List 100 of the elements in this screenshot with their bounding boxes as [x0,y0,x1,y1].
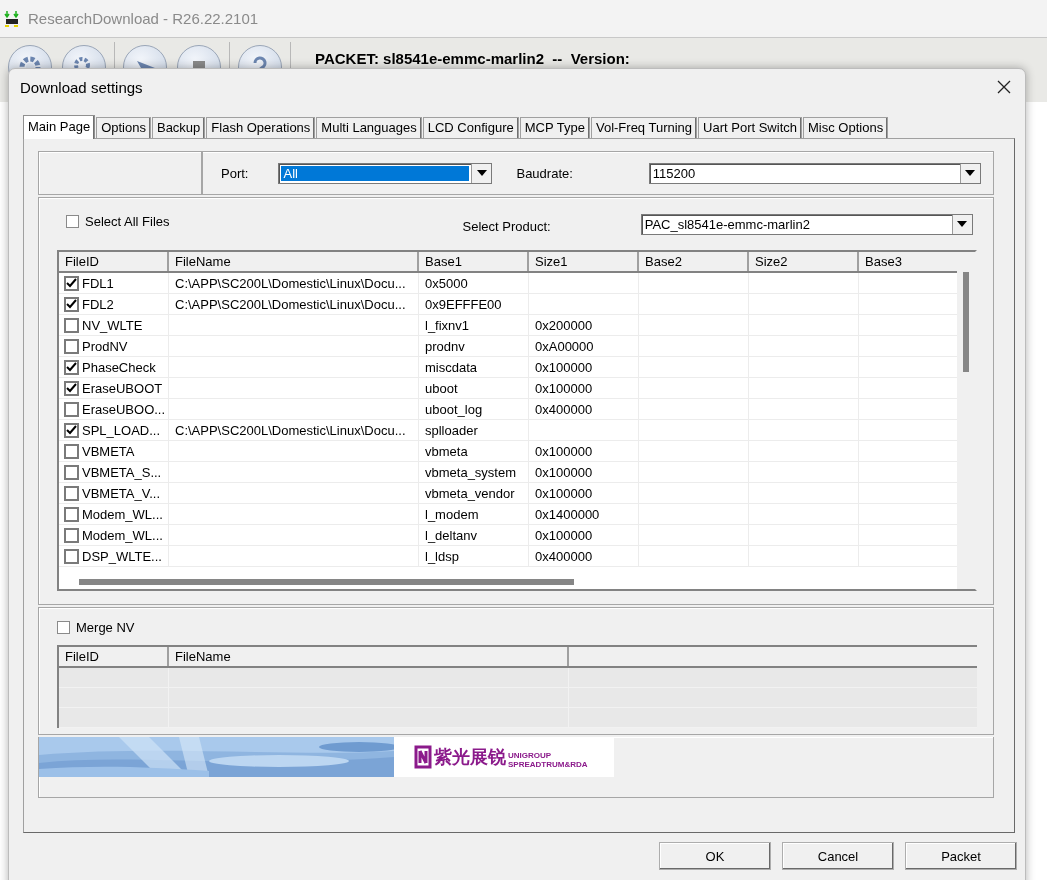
table-cell: DSP_WLTE... [82,548,162,564]
tab[interactable]: Multi Languages [316,117,422,138]
table-cell: PhaseCheck [82,359,156,375]
table-cell: l_deltanv [425,527,478,543]
tab[interactable]: Misc Options [803,117,889,138]
app-icon [4,9,22,28]
checkbox[interactable] [64,275,79,291]
dialog-button[interactable]: Cancel [782,842,894,870]
table-cell: 0x1400000 [535,506,600,522]
dropdown-arrow-icon[interactable] [476,170,487,176]
table-cell: 0x5000 [425,275,468,291]
close-icon[interactable] [997,80,1011,94]
checkbox[interactable] [64,464,79,480]
table-cell: vbmeta [425,443,468,459]
table-cell: 0xA00000 [535,338,594,354]
table-cell: C:\APP\SC200L\Domestic\Linux\Docu... [175,275,406,291]
checkbox[interactable] [57,621,70,634]
checkbox[interactable] [64,422,79,438]
table-cell: 0x100000 [535,380,593,396]
dropdown-arrow-icon[interactable] [965,170,976,176]
product-dropdown[interactable]: PAC_sl8541e-emmc-marlin2 [640,213,973,235]
checkbox[interactable] [64,443,79,459]
table-cell: VBMETA_S... [82,464,162,480]
tab[interactable]: Flash Operations [206,117,316,138]
app-title: ResearchDownload - R26.22.2101 [28,10,259,27]
table-cell: 0x100000 [535,464,593,480]
table-cell: miscdata [425,359,478,375]
column-header[interactable]: Base2 [639,252,749,271]
checkbox[interactable] [64,317,79,333]
tab[interactable]: Options [96,117,151,138]
checkbox[interactable] [64,548,79,564]
table-cell: VBMETA_V... [82,485,161,501]
column-header[interactable]: Size1 [529,252,639,271]
merge-nv-label: Merge NV [76,620,135,635]
checkbox[interactable] [64,506,79,522]
table-cell: 0x400000 [535,401,593,417]
table-cell: uboot [425,380,458,396]
packet-label: PACKET: sl8541e-emmc-marlin2 -- Version: [315,50,630,67]
table-cell: FDL1 [82,275,114,291]
table-cell: EraseUBOOT [82,380,163,396]
tab[interactable]: MCP Type [519,117,590,138]
scrollbar-thumb[interactable] [963,272,969,372]
column-header[interactable]: Size2 [749,252,859,271]
checkbox[interactable] [64,380,79,396]
table-cell: EraseUBOO... [82,401,166,417]
product-label: Select Product: [462,219,551,234]
column-header[interactable]: FileName [169,647,569,666]
table-cell: 0x100000 [535,485,593,501]
table-cell: Modem_WL... [82,506,163,522]
logo-text: SPREADTRUM&RDA [508,760,588,769]
table-cell: 0x400000 [535,548,593,564]
table-cell: NV_WLTE [82,317,143,333]
table-cell: 0x200000 [535,317,593,333]
checkbox[interactable] [64,296,79,312]
column-header[interactable]: FileName [169,252,419,271]
column-header[interactable]: Base1 [419,252,529,271]
table-cell: Modem_WL... [82,527,163,543]
table-cell: VBMETA [82,443,135,459]
logo-text: 紫光展锐 [434,745,506,769]
table-cell: 0x100000 [535,527,593,543]
port-label: Port: [221,165,249,181]
tab[interactable]: Backup [151,117,206,138]
table-cell: FDL2 [82,296,114,312]
table-cell: splloader [425,422,478,438]
table-cell: l_modem [425,506,479,522]
table-cell: l_ldsp [425,548,459,564]
logo-icon [414,745,432,769]
tab[interactable]: Main Page [23,115,96,139]
tab[interactable]: LCD Configure [422,117,519,138]
dialog-title: Download settings [20,78,143,96]
column-header[interactable]: FileID [59,647,169,666]
baudrate-label: Baudrate: [516,165,573,181]
tab[interactable]: Uart Port Switch [698,117,802,138]
tab[interactable]: Vol-Freq Turning [590,117,698,138]
checkbox[interactable] [64,359,79,375]
port-dropdown[interactable]: All [278,162,493,184]
logo-text: UNIGROUP [508,751,553,760]
table-cell: ProdNV [82,338,128,354]
table-cell: prodnv [425,338,465,354]
table-cell: 0x100000 [535,359,593,375]
table-cell: C:\APP\SC200L\Domestic\Linux\Docu... [175,422,406,438]
table-cell: vbmeta_system [425,464,517,480]
checkbox[interactable] [64,527,79,543]
table-cell: 0x100000 [535,443,593,459]
column-header[interactable]: FileID [59,252,169,271]
checkbox[interactable] [66,215,79,228]
checkbox[interactable] [64,338,79,354]
table-cell: uboot_log [425,401,483,417]
dialog-button[interactable]: OK [659,842,771,870]
select-all-label: Select All Files [85,214,170,229]
table-cell: C:\APP\SC200L\Domestic\Linux\Docu... [175,296,406,312]
checkbox[interactable] [64,485,79,501]
scrollbar-thumb[interactable] [79,579,574,585]
baudrate-dropdown[interactable]: 115200 [648,162,981,184]
table-cell: 0x9EFFFE00 [425,296,502,312]
dropdown-arrow-icon[interactable] [957,221,968,227]
table-cell: SPL_LOAD... [82,422,161,438]
dialog-button[interactable]: Packet [905,842,1017,870]
checkbox[interactable] [64,401,79,417]
table-cell: l_fixnv1 [425,317,470,333]
